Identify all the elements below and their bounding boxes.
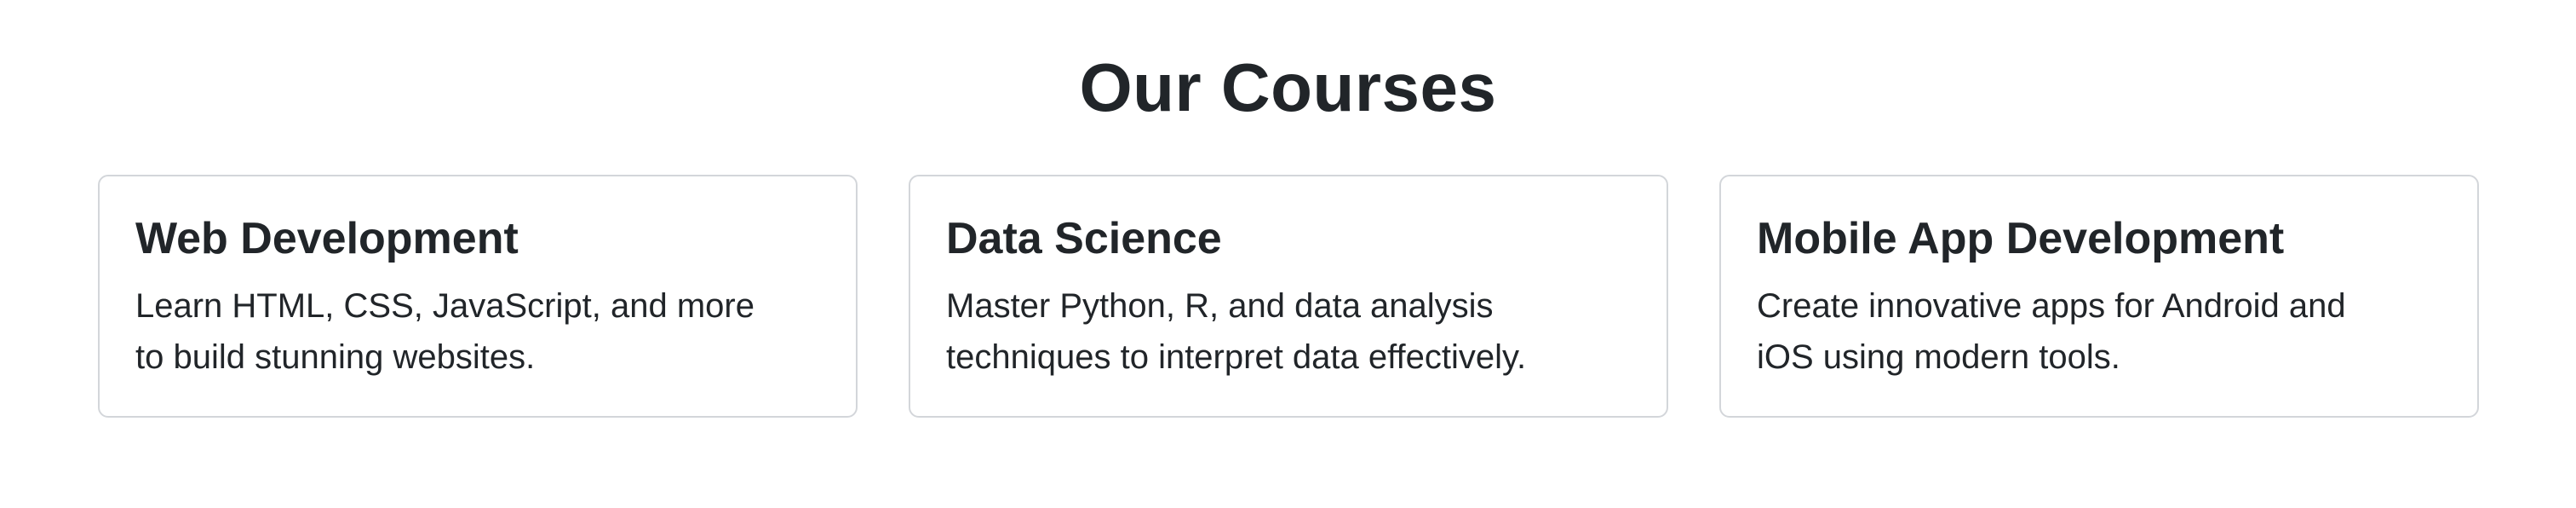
course-title: Data Science — [946, 214, 1222, 263]
course-card-data-science: Data Science Master Python, R, and data … — [909, 175, 1668, 418]
course-card-mobile-app-development: Mobile App Development Create innovative… — [1719, 175, 2479, 418]
course-description: Create innovative apps for Android and i… — [1757, 287, 2346, 376]
course-title: Web Development — [135, 214, 519, 263]
courses-list: Web Development Learn HTML, CSS, JavaScr… — [98, 175, 2479, 418]
section-title: Our Courses — [1079, 49, 1497, 125]
course-description: Master Python, R, and data analysis tech… — [946, 287, 1527, 376]
course-description: Learn HTML, CSS, JavaScript, and more to… — [135, 287, 754, 376]
course-card-web-development: Web Development Learn HTML, CSS, JavaScr… — [98, 175, 858, 418]
course-title: Mobile App Development — [1757, 214, 2285, 263]
